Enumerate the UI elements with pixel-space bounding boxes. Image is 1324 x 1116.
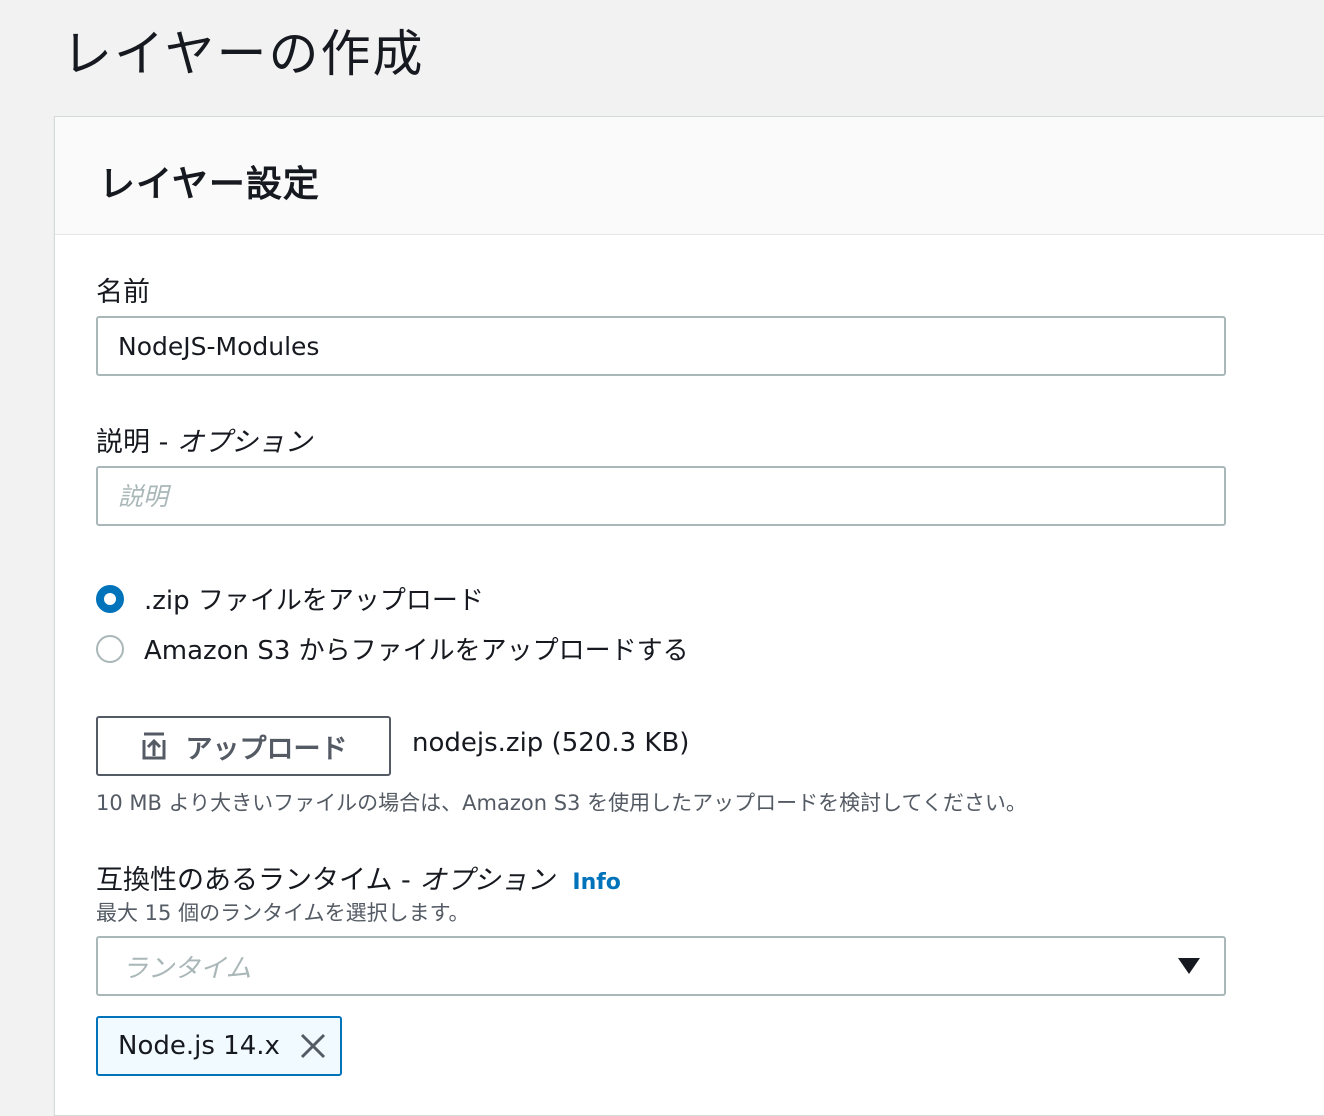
- panel-title: レイヤー設定: [99, 164, 320, 205]
- runtimes-info-link[interactable]: Info: [572, 870, 621, 895]
- upload-size-hint: 10 MB より大きいファイルの場合は、Amazon S3 を使用したアップロー…: [96, 791, 1027, 815]
- radio-upload-s3-label: Amazon S3 からファイルをアップロードする: [144, 636, 689, 666]
- runtimes-label-separator: -: [392, 865, 420, 896]
- radio-button-unchecked[interactable]: [96, 634, 124, 663]
- runtime-token-label: Node.js 14.x: [118, 1031, 280, 1061]
- description-label-separator: -: [150, 427, 177, 458]
- page-title: レイヤーの作成: [62, 25, 425, 83]
- description-label: 説明 - オプション: [96, 420, 312, 459]
- name-label-text: 名前: [96, 277, 150, 308]
- runtimes-optional-text: オプション: [419, 865, 555, 896]
- remove-runtime-button[interactable]: [300, 1033, 326, 1059]
- name-input[interactable]: [96, 316, 1226, 376]
- upload-icon: [142, 732, 165, 760]
- description-optional-text: オプション: [176, 427, 312, 458]
- radio-upload-zip-label: .zip ファイルをアップロード: [144, 586, 484, 616]
- description-label-text: 説明: [96, 427, 150, 458]
- uploaded-file-info: nodejs.zip (520.3 KB): [412, 728, 690, 758]
- radio-upload-zip[interactable]: .zip ファイルをアップロード: [96, 580, 484, 617]
- runtime-select-placeholder: ランタイム: [122, 953, 252, 984]
- runtime-select[interactable]: ランタイム: [96, 936, 1226, 996]
- name-label: 名前: [96, 270, 150, 309]
- upload-button-label: アップロード: [185, 733, 348, 765]
- runtime-token: Node.js 14.x: [96, 1016, 342, 1076]
- runtimes-label: 互換性のあるランタイム - オプション Info: [96, 858, 621, 897]
- runtimes-label-text: 互換性のあるランタイム: [96, 865, 393, 896]
- panel-header: レイヤー設定: [55, 117, 1324, 235]
- close-icon: [300, 1033, 325, 1059]
- radio-upload-s3[interactable]: Amazon S3 からファイルをアップロードする: [96, 630, 689, 667]
- runtimes-hint: 最大 15 個のランタイムを選択します。: [96, 901, 470, 925]
- caret-down-icon: [1178, 958, 1200, 974]
- radio-button-checked[interactable]: [96, 584, 124, 613]
- upload-button[interactable]: アップロード: [96, 716, 391, 776]
- description-input[interactable]: [96, 466, 1226, 526]
